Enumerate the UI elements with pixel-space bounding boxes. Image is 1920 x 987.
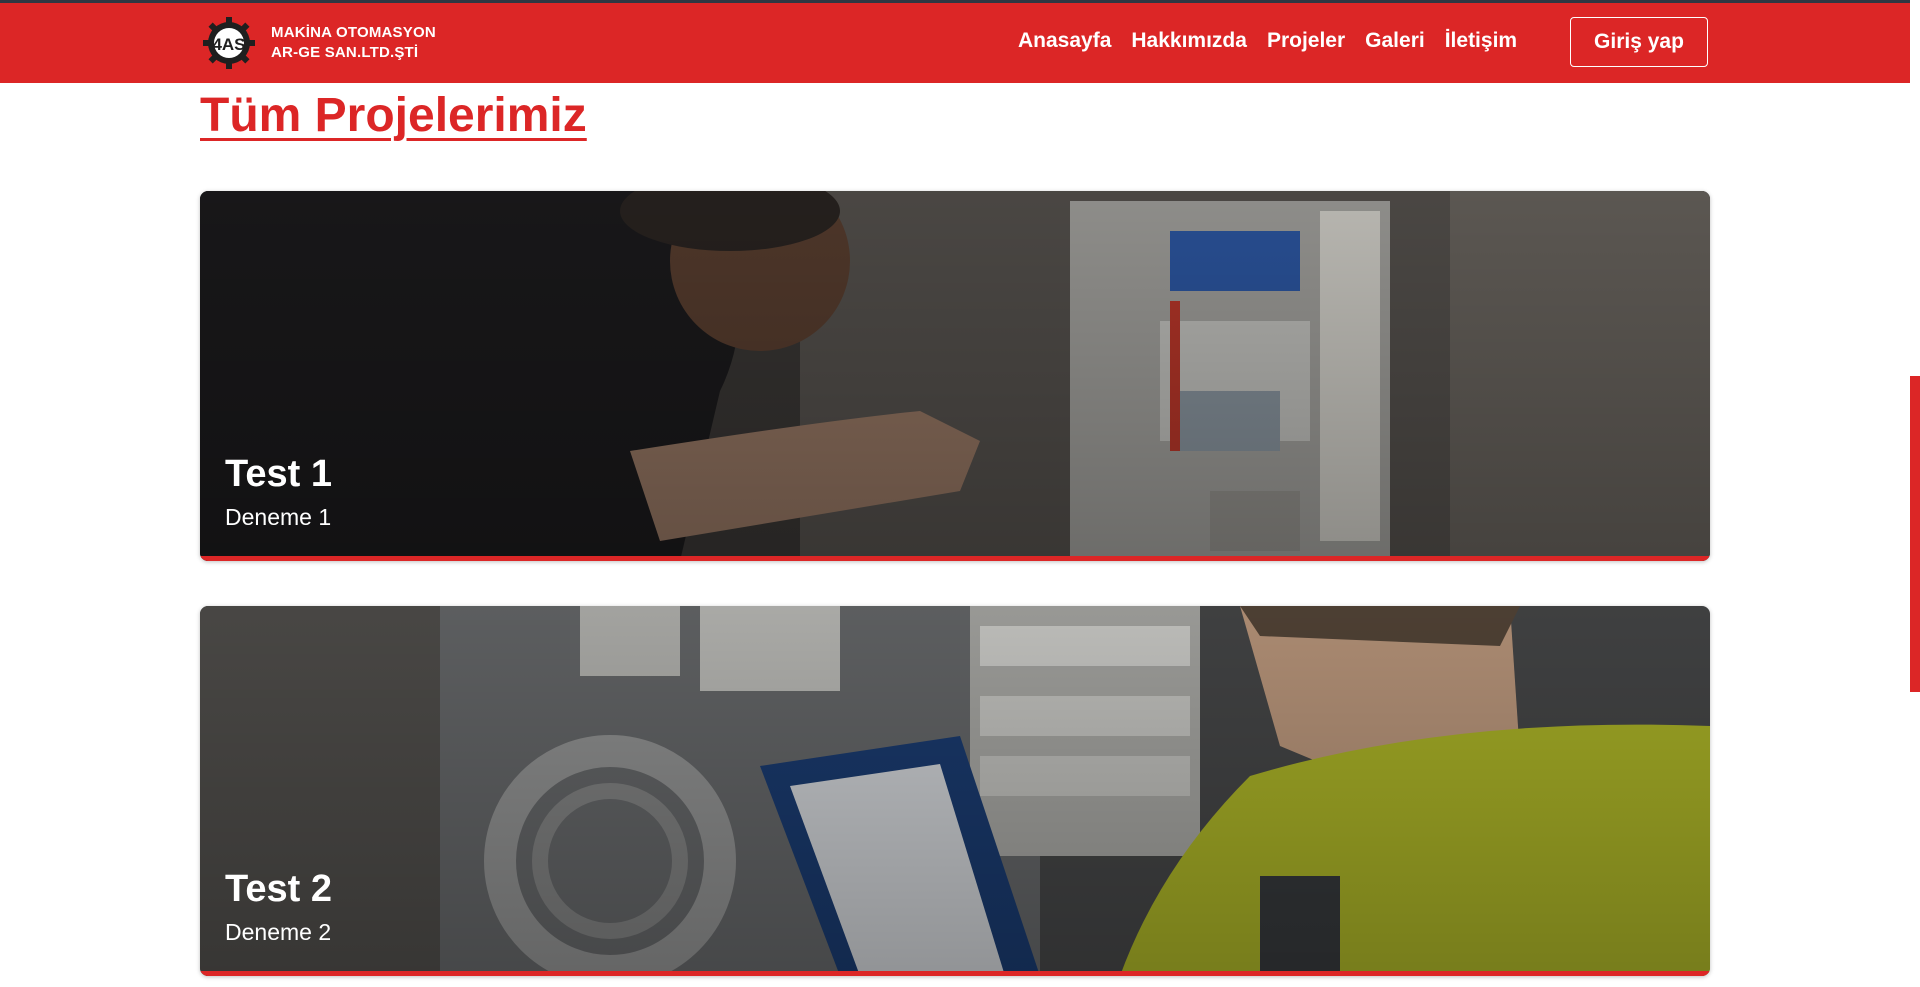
brand-name[interactable]: MAKİNA OTOMASYON AR-GE SAN.LTD.ŞTİ — [271, 23, 436, 63]
project-card-2[interactable]: Test 2 Deneme 2 — [200, 606, 1710, 976]
nav-galeri[interactable]: Galeri — [1365, 29, 1425, 53]
scrollbar-thumb[interactable] — [1910, 376, 1920, 692]
brand-line-2: AR-GE SAN.LTD.ŞTİ — [271, 44, 419, 61]
nav-anasayfa[interactable]: Anasayfa — [1018, 29, 1111, 53]
project-title: Test 1 — [225, 453, 333, 495]
card-accent-bar — [200, 971, 1710, 976]
gear-logo-icon[interactable]: 4AS — [201, 15, 257, 71]
nav-projeler[interactable]: Projeler — [1267, 29, 1345, 53]
logo-text: 4AS — [212, 35, 245, 54]
project-card-1[interactable]: Test 1 Deneme 1 — [200, 191, 1710, 561]
brand-line-1: MAKİNA OTOMASYON — [271, 24, 436, 41]
nav-iletisim[interactable]: İletişim — [1445, 29, 1517, 53]
login-button[interactable]: Giriş yap — [1570, 17, 1708, 67]
project-subtitle: Deneme 2 — [225, 919, 332, 945]
project-subtitle: Deneme 1 — [225, 504, 332, 530]
page-title: Tüm Projelerimiz — [200, 89, 587, 142]
navbar: 4AS MAKİNA OTOMASYON AR-GE SAN.LTD.ŞTİ A… — [0, 3, 1910, 83]
project-title: Test 2 — [225, 868, 333, 910]
main-nav: Anasayfa Hakkımızda Projeler Galeri İlet… — [1018, 29, 1517, 53]
card-accent-bar — [200, 556, 1710, 561]
nav-hakkimizda[interactable]: Hakkımızda — [1131, 29, 1247, 53]
